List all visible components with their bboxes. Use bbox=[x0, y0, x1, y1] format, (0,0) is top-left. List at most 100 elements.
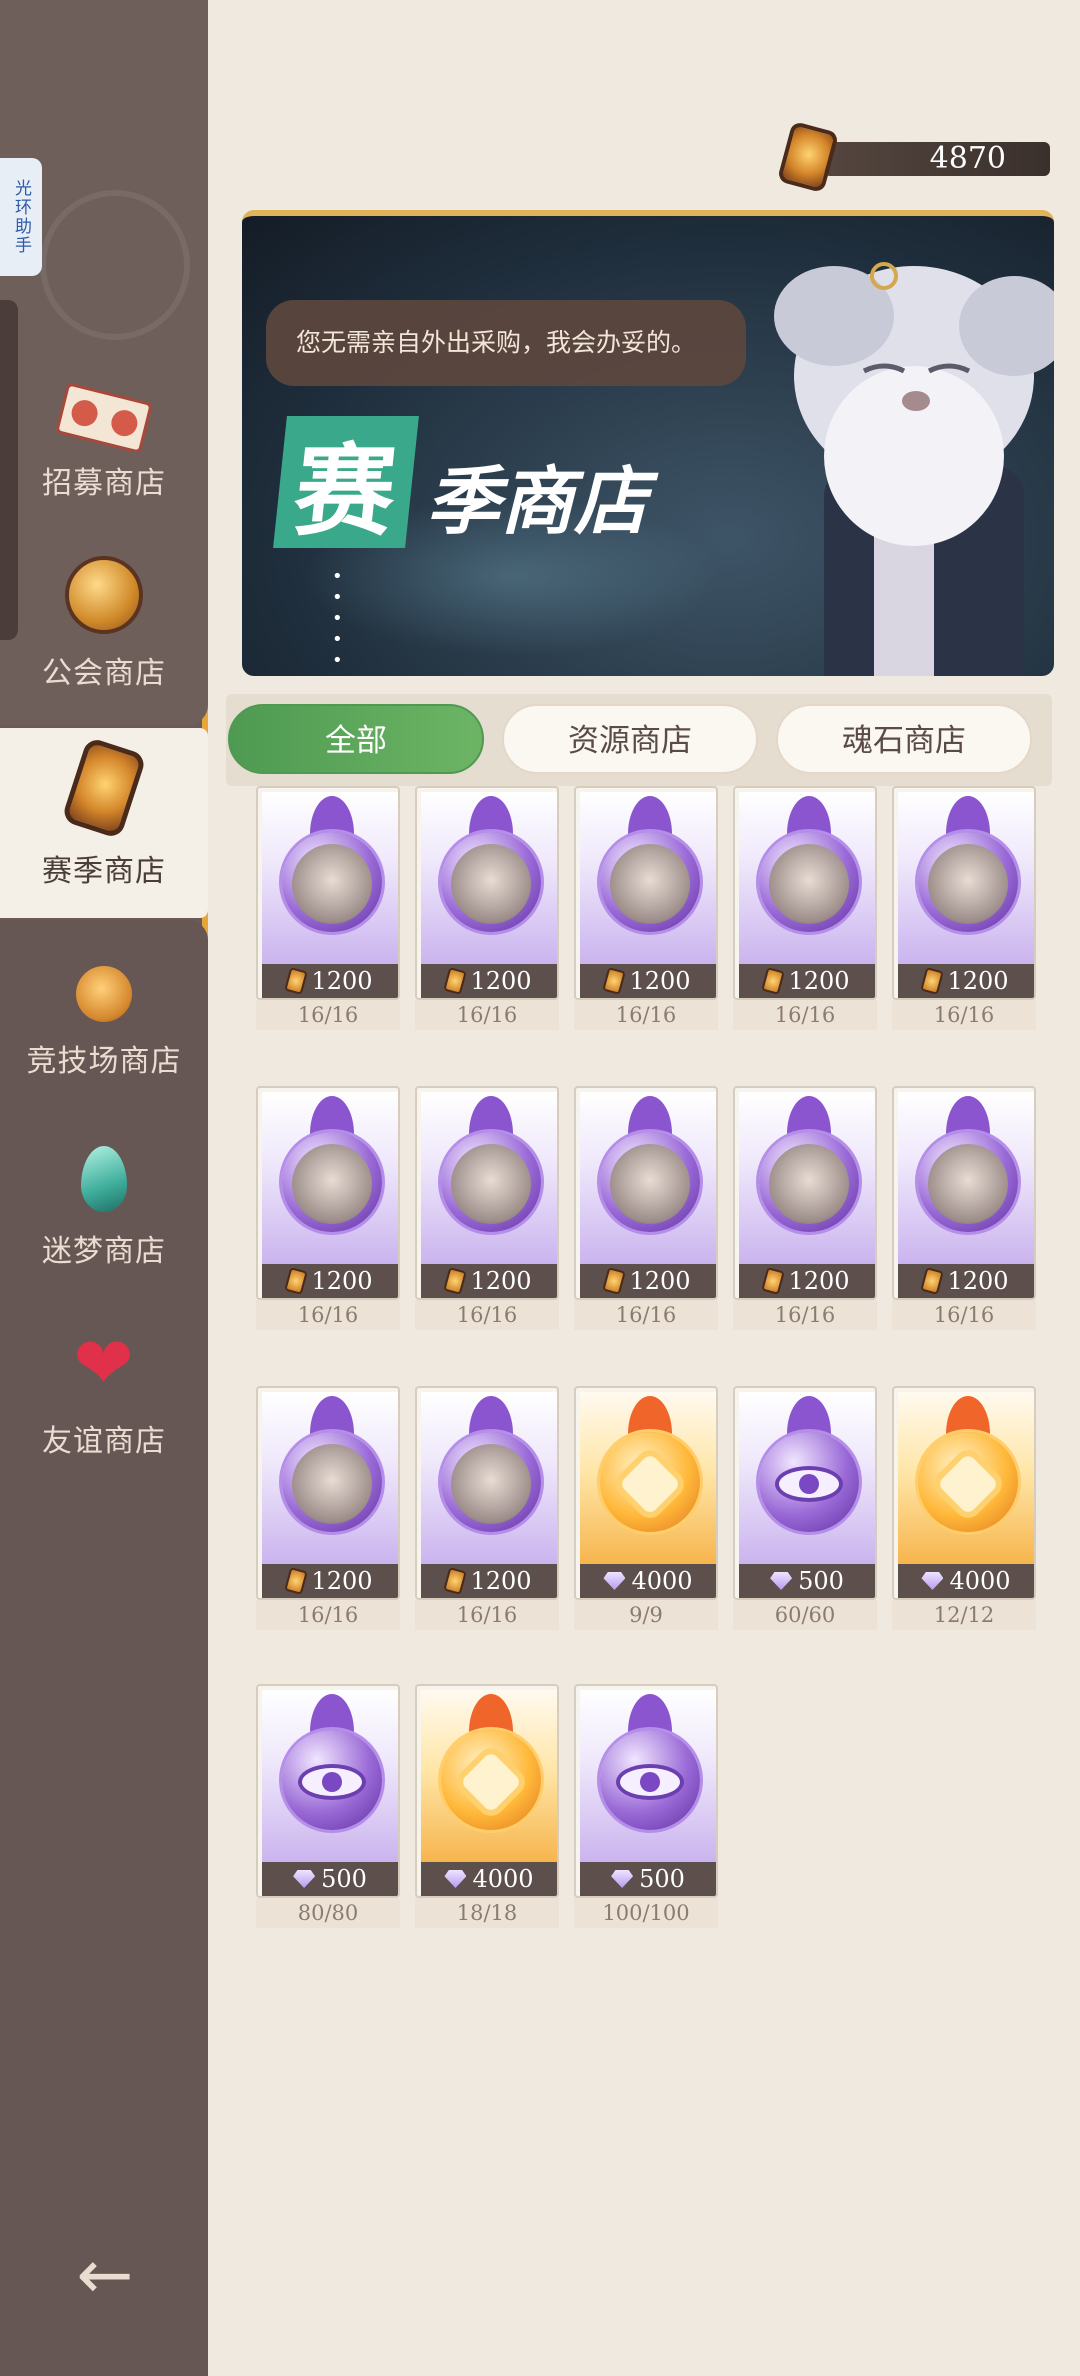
item-price-value: 4000 bbox=[949, 1567, 1011, 1595]
item-art bbox=[421, 1092, 557, 1268]
item-frame: 1200 bbox=[892, 1086, 1036, 1300]
item-art bbox=[262, 1092, 398, 1268]
shop-tabs: 全部 资源商店 魂石商店 bbox=[226, 694, 1052, 786]
season-token-icon bbox=[443, 1567, 468, 1595]
sidebar-item-label: 公会商店 bbox=[42, 656, 166, 691]
tab-soulstone-shop[interactable]: 魂石商店 bbox=[776, 704, 1032, 774]
diamond-icon bbox=[293, 1870, 316, 1888]
item-stock: 16/16 bbox=[415, 1600, 559, 1630]
shop-item-card[interactable]: 1200 16/16 bbox=[256, 786, 400, 1030]
item-price-value: 1200 bbox=[788, 1267, 850, 1295]
diamond-icon bbox=[444, 1870, 467, 1888]
eye-soulstone-icon bbox=[616, 1764, 684, 1800]
item-frame: 1200 bbox=[415, 786, 559, 1000]
shop-item-card[interactable]: 1200 16/16 bbox=[892, 1086, 1036, 1330]
sidebar-item-guild-shop[interactable]: 公会商店 bbox=[0, 530, 208, 720]
item-price: 1200 bbox=[421, 964, 557, 998]
item-price: 4000 bbox=[580, 1564, 716, 1598]
sidebar-item-label: 竞技场商店 bbox=[26, 1044, 182, 1079]
recruit-ticket-icon bbox=[55, 382, 153, 454]
compass-decoration bbox=[40, 190, 190, 340]
shop-item-card[interactable]: 500 60/60 bbox=[733, 1386, 877, 1630]
item-price-value: 1200 bbox=[311, 967, 373, 995]
item-stock: 16/16 bbox=[256, 1000, 400, 1030]
banner-dots: • • • • • • • bbox=[332, 566, 347, 676]
item-art bbox=[262, 792, 398, 968]
shop-item-card[interactable]: 1200 16/16 bbox=[892, 786, 1036, 1030]
item-price: 500 bbox=[262, 1862, 398, 1896]
shop-item-card[interactable]: 1200 16/16 bbox=[733, 786, 877, 1030]
sidebar-item-dream-shop[interactable]: 迷梦商店 bbox=[0, 1108, 208, 1298]
shop-item-card[interactable]: 1200 16/16 bbox=[256, 1086, 400, 1330]
shop-item-card[interactable]: 1200 16/16 bbox=[733, 1086, 877, 1330]
item-price: 1200 bbox=[262, 1264, 398, 1298]
guild-medal-icon bbox=[65, 556, 143, 634]
tab-resource-shop[interactable]: 资源商店 bbox=[502, 704, 758, 774]
item-price-value: 1200 bbox=[311, 1267, 373, 1295]
item-art bbox=[421, 1690, 557, 1866]
hero-portrait-icon bbox=[769, 1144, 849, 1224]
shop-item-card[interactable]: 1200 16/16 bbox=[256, 1386, 400, 1630]
item-stock: 16/16 bbox=[733, 1000, 877, 1030]
sidebar-item-label: 迷梦商店 bbox=[42, 1234, 166, 1269]
shop-item-card[interactable]: 1200 16/16 bbox=[574, 1086, 718, 1330]
currency-amount: 4870 bbox=[824, 142, 1050, 176]
diamond-icon bbox=[770, 1572, 793, 1590]
item-stock: 18/18 bbox=[415, 1898, 559, 1928]
sidebar-item-label: 友谊商店 bbox=[42, 1424, 166, 1459]
item-art bbox=[898, 1092, 1034, 1268]
sidebar-item-recruit-shop[interactable]: 招募商店 bbox=[0, 340, 208, 530]
shop-item-card[interactable]: 1200 16/16 bbox=[415, 786, 559, 1030]
npc-speech-bubble: 您无需亲自外出采购，我会办妥的。 bbox=[266, 300, 746, 386]
helper-tab[interactable]: 光环助手 bbox=[0, 158, 42, 276]
sidebar-item-label: 招募商店 bbox=[42, 466, 166, 501]
item-stock: 16/16 bbox=[415, 1300, 559, 1330]
item-art bbox=[739, 792, 875, 968]
shop-item-card[interactable]: 1200 16/16 bbox=[415, 1086, 559, 1330]
item-frame: 1200 bbox=[892, 786, 1036, 1000]
season-token-icon bbox=[602, 1267, 627, 1295]
shop-item-card[interactable]: 4000 12/12 bbox=[892, 1386, 1036, 1630]
shop-item-card[interactable]: 500 80/80 bbox=[256, 1684, 400, 1928]
season-token-icon bbox=[284, 1567, 309, 1595]
item-stock: 16/16 bbox=[892, 1300, 1036, 1330]
shop-item-card[interactable]: 4000 18/18 bbox=[415, 1684, 559, 1928]
item-price: 1200 bbox=[421, 1264, 557, 1298]
tab-all[interactable]: 全部 bbox=[228, 704, 484, 774]
item-frame: 500 bbox=[574, 1684, 718, 1898]
shop-item-card[interactable]: 500 100/100 bbox=[574, 1684, 718, 1928]
sidebar-item-arena-shop[interactable]: 竞技场商店 bbox=[0, 918, 208, 1108]
item-frame: 4000 bbox=[574, 1386, 718, 1600]
item-stock: 16/16 bbox=[574, 1000, 718, 1030]
item-price-value: 500 bbox=[639, 1865, 685, 1893]
item-price: 1200 bbox=[739, 964, 875, 998]
eye-soulstone-icon bbox=[775, 1466, 843, 1502]
item-price: 1200 bbox=[580, 1264, 716, 1298]
item-art bbox=[262, 1690, 398, 1866]
item-price-value: 4000 bbox=[472, 1865, 534, 1893]
season-token-icon bbox=[443, 1267, 468, 1295]
item-frame: 1200 bbox=[415, 1086, 559, 1300]
season-token-icon bbox=[776, 120, 840, 194]
item-art bbox=[898, 1392, 1034, 1568]
season-token-icon bbox=[761, 1267, 786, 1295]
sidebar-item-friendship-shop[interactable]: ❤ 友谊商店 bbox=[0, 1298, 208, 1488]
back-arrow-icon[interactable]: ← bbox=[60, 2236, 150, 2315]
sidebar-item-season-shop[interactable]: 赛季商店 bbox=[0, 728, 208, 918]
shop-item-card[interactable]: 1200 16/16 bbox=[415, 1386, 559, 1630]
hero-portrait-icon bbox=[451, 1144, 531, 1224]
season-token-icon bbox=[602, 967, 627, 995]
hero-portrait-icon bbox=[769, 844, 849, 924]
item-frame: 1200 bbox=[574, 786, 718, 1000]
item-art bbox=[262, 1392, 398, 1568]
item-price-value: 1200 bbox=[629, 1267, 691, 1295]
item-price-value: 1200 bbox=[470, 1567, 532, 1595]
shop-item-card[interactable]: 4000 9/9 bbox=[574, 1386, 718, 1630]
season-token-icon bbox=[443, 967, 468, 995]
item-frame: 1200 bbox=[415, 1386, 559, 1600]
item-price-value: 500 bbox=[798, 1567, 844, 1595]
shop-item-card[interactable]: 1200 16/16 bbox=[574, 786, 718, 1030]
item-frame: 1200 bbox=[256, 1086, 400, 1300]
item-stock: 16/16 bbox=[574, 1300, 718, 1330]
diamond-icon bbox=[603, 1572, 626, 1590]
